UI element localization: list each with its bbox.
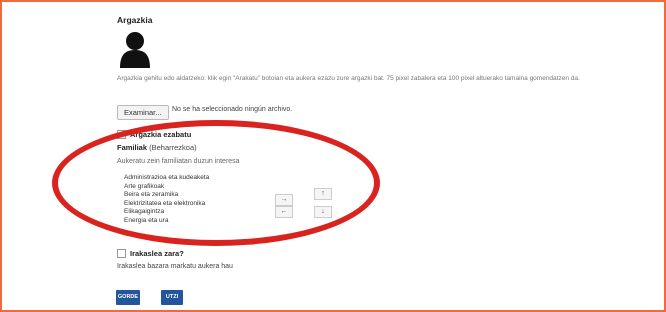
list-item[interactable]: Elikagaigintza (124, 208, 256, 217)
list-item[interactable]: Beira eta zeramika (124, 191, 256, 200)
browse-file-button[interactable]: Examinar... (117, 105, 169, 120)
families-field-label: Familiak (Beharrezkoa) (117, 143, 197, 152)
list-item[interactable]: Arte grafikoak (124, 183, 256, 192)
families-label: Familiak (117, 143, 148, 152)
delete-photo-label: Argazkia ezabatu (130, 130, 192, 139)
families-hint: Aukeratu zein familiatan duzun interesa (117, 158, 240, 165)
list-item[interactable]: Administrazioa eta kudeaketa (124, 174, 256, 183)
move-down-button[interactable]: ↓ (314, 206, 332, 218)
teacher-checkbox[interactable] (117, 249, 126, 258)
move-left-button[interactable]: ← (275, 206, 293, 218)
no-file-selected-text: No se ha seleccionado ningún archivo. (172, 106, 293, 113)
teacher-question: Irakaslea zara? (130, 249, 184, 258)
list-item[interactable]: Energia eta ura (124, 217, 256, 226)
families-required-text: (Beharrezkoa) (149, 143, 197, 152)
move-up-button[interactable]: ↑ (314, 188, 332, 200)
photo-heading: Argazkia (117, 15, 153, 25)
cancel-button[interactable]: UTZI (161, 290, 183, 305)
delete-photo-checkbox[interactable] (117, 130, 126, 139)
list-item[interactable]: Elektrizitatea eta elektronika (124, 200, 256, 209)
page-frame (0, 0, 666, 312)
families-listbox[interactable]: Administrazioa eta kudeaketa Arte grafik… (124, 174, 256, 232)
teacher-row[interactable]: Irakaslea zara? (117, 249, 184, 258)
user-silhouette-icon (118, 30, 152, 68)
photo-description: Argazkia gehitu edo aldatzeko: klik egin… (117, 75, 580, 82)
move-right-button[interactable]: → (275, 194, 293, 206)
save-button[interactable]: GORDE (116, 290, 140, 305)
teacher-hint: Irakaslea bazara markatu aukera hau (117, 263, 233, 270)
delete-photo-row[interactable]: Argazkia ezabatu (117, 130, 191, 139)
